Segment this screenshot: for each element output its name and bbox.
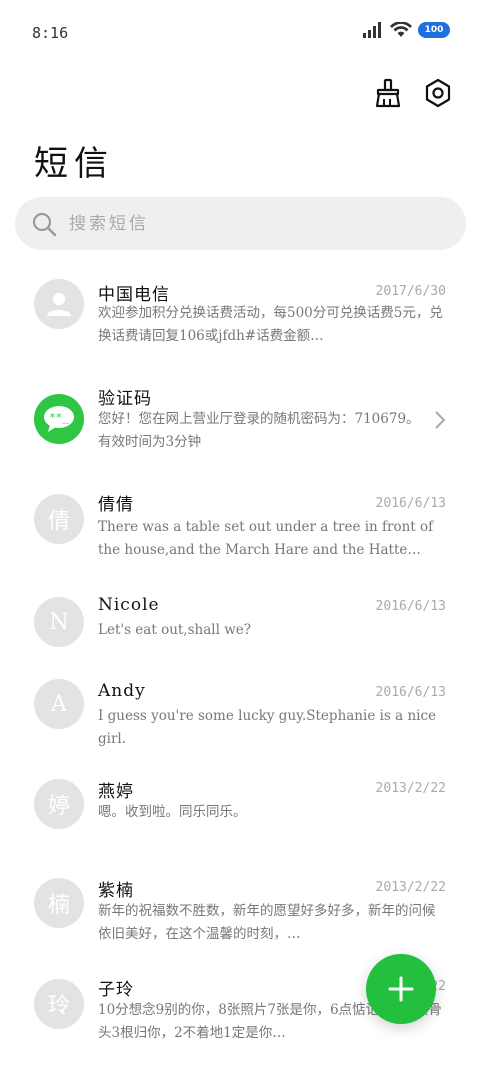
avatar: N <box>34 597 84 647</box>
page-title: 短信 <box>34 144 114 184</box>
message-item[interactable]: 楠 紫楠 2013/2/22 新年的祝福数不胜数，新年的愿望好多好多，新年的问候… <box>0 854 480 957</box>
message-preview: 新年的祝福数不胜数，新年的愿望好多好多，新年的问候依旧美好，在这个温馨的时刻，… <box>98 903 436 942</box>
status-bar: 8:16 100 <box>0 0 480 60</box>
message-item[interactable]: **_ 验证码 您好！您在网上营业厅登录的随机密码为：710679。有效时间为3… <box>0 372 480 476</box>
wifi-icon <box>390 22 412 37</box>
message-list: 中国电信 2017/6/30 欢迎参加积分兑换话费活动，每500分可兑换话费5元… <box>0 268 480 1057</box>
search-icon <box>32 212 57 236</box>
sender-name: 倩倩 <box>98 495 134 515</box>
message-preview: 嗯。收到啦。同乐同乐。 <box>98 804 247 820</box>
person-icon <box>47 293 71 316</box>
sender-name: 子玲 <box>98 980 134 1000</box>
battery-level: 100 <box>424 25 444 35</box>
sender-name: Andy <box>98 681 146 701</box>
status-time: 8:16 <box>32 24 69 42</box>
chat-bubble-icon: **_ <box>44 406 74 432</box>
avatar: A <box>34 679 84 729</box>
sender-name: Nicole <box>98 595 160 615</box>
status-icons: 100 <box>362 22 450 38</box>
message-preview: Let's eat out,shall we? <box>98 622 251 638</box>
avatar-text: **_ <box>49 411 69 424</box>
plus-icon <box>388 976 414 1002</box>
avatar: 倩 <box>34 494 84 544</box>
broom-icon <box>375 78 401 108</box>
avatar: 楠 <box>34 878 84 928</box>
settings-button[interactable] <box>422 76 454 110</box>
gear-icon <box>425 78 451 108</box>
sender-name: 验证码 <box>98 389 152 409</box>
sender-name: 紫楠 <box>98 881 134 901</box>
message-date: 2013/2/22 <box>375 781 446 796</box>
message-item[interactable]: N Nicole 2016/6/13 Let's eat out,shall w… <box>0 579 480 665</box>
avatar: **_ <box>34 394 84 444</box>
message-item[interactable]: 倩 倩倩 2016/6/13 There was a table set out… <box>0 476 480 579</box>
message-item[interactable]: 中国电信 2017/6/30 欢迎参加积分兑换话费活动，每500分可兑换话费5元… <box>0 268 480 372</box>
message-date: 2016/6/13 <box>375 685 446 700</box>
battery-indicator: 100 <box>418 22 450 38</box>
compose-button[interactable] <box>366 954 436 1024</box>
message-date: 2016/6/13 <box>375 496 446 511</box>
top-actions <box>372 76 454 110</box>
message-preview: I guess you're some lucky guy.Stephanie … <box>98 708 437 747</box>
message-date: 2013/2/22 <box>375 880 446 895</box>
message-item[interactable]: A Andy 2016/6/13 I guess you're some luc… <box>0 665 480 761</box>
message-date: 2016/6/13 <box>375 599 446 614</box>
avatar <box>34 279 84 329</box>
message-preview: 您好！您在网上营业厅登录的随机密码为：710679。有效时间为3分钟 <box>98 411 420 450</box>
avatar: 婷 <box>34 779 84 829</box>
clean-button[interactable] <box>372 76 404 110</box>
message-preview: There was a table set out under a tree i… <box>98 519 434 558</box>
sender-name: 燕婷 <box>98 782 134 802</box>
chevron-right-icon <box>435 411 446 429</box>
message-item[interactable]: 婷 燕婷 2013/2/22 嗯。收到啦。同乐同乐。 <box>0 761 480 854</box>
signal-icon <box>363 22 381 38</box>
search-bar[interactable] <box>15 197 466 250</box>
avatar: 玲 <box>34 979 84 1029</box>
search-input[interactable] <box>69 213 429 234</box>
message-preview: 欢迎参加积分兑换话费活动，每500分可兑换话费5元，兑换话费请回复106或jfd… <box>98 305 443 344</box>
message-date: 2017/6/30 <box>375 284 446 299</box>
